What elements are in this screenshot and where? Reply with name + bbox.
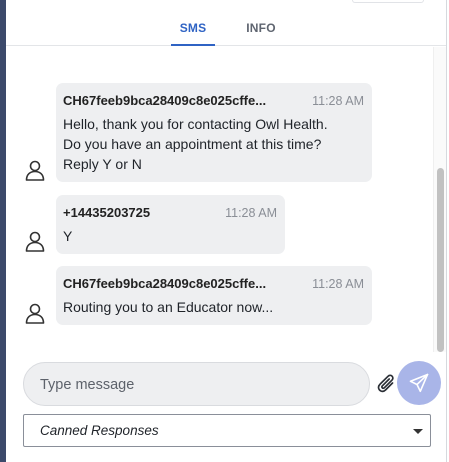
left-sidebar-edge — [0, 0, 6, 462]
send-icon — [409, 373, 429, 393]
tab-sms[interactable]: SMS — [171, 14, 215, 46]
message-time: 11:28 AM — [312, 94, 364, 108]
message-time: 11:28 AM — [225, 206, 277, 220]
message-scrollbar-thumb[interactable] — [437, 168, 444, 352]
tab-info[interactable]: INFO — [242, 14, 280, 46]
message-input-container — [23, 362, 370, 406]
canned-responses-label: Canned Responses — [40, 423, 159, 438]
message-bubble: +14435203725 11:28 AM Y — [56, 195, 285, 254]
message-input[interactable] — [40, 375, 350, 395]
panel-divider — [446, 0, 447, 462]
paperclip-icon[interactable] — [376, 372, 398, 396]
message-bubble: CH67feeb9bca28409c8e025cffe... 11:28 AM … — [56, 266, 372, 325]
message-line: Y — [63, 228, 73, 244]
message-line: Routing you to an Educator now... — [63, 299, 274, 315]
person-icon — [25, 231, 45, 252]
tab-bar: SMS INFO — [6, 0, 446, 46]
person-icon — [25, 303, 45, 324]
message-sender: CH67feeb9bca28409c8e025cffe... — [63, 276, 267, 291]
message-line: Reply Y or N — [63, 156, 142, 172]
message-line: Hello, thank you for contacting Owl Heal… — [63, 116, 328, 132]
chat-panel: SMS INFO CH67feeb9bca28409c8e025cffe... … — [0, 0, 449, 462]
send-button[interactable] — [397, 361, 441, 405]
caret-down-icon — [413, 429, 423, 434]
message-line: Do you have an appointment at this time? — [63, 136, 322, 152]
message-time: 11:28 AM — [312, 277, 364, 291]
message-body: Y — [63, 226, 277, 246]
person-icon — [25, 160, 45, 181]
message-sender: CH67feeb9bca28409c8e025cffe... — [63, 93, 267, 108]
message-sender: +14435203725 — [63, 205, 151, 220]
message-bubble: CH67feeb9bca28409c8e025cffe... 11:28 AM … — [56, 83, 372, 182]
canned-responses-select[interactable]: Canned Responses — [23, 414, 431, 447]
message-body: Routing you to an Educator now... — [63, 297, 364, 317]
message-body: Hello, thank you for contacting Owl Heal… — [63, 114, 364, 174]
